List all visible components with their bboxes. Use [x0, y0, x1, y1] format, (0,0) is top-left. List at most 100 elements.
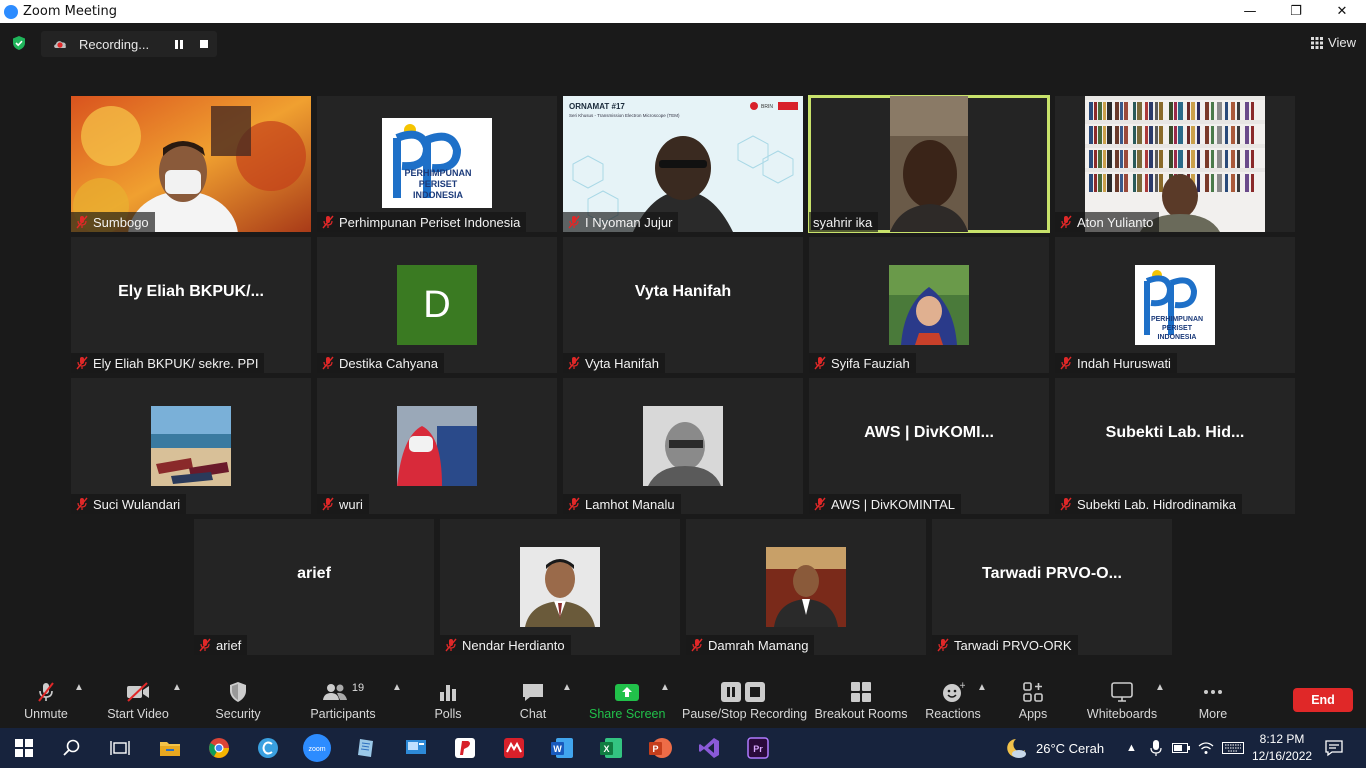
pause-stop-recording-button[interactable]: Pause/Stop Recording	[682, 680, 807, 726]
participant-tile[interactable]: AWS | DivKOMI... AWS | DivKOMINTAL	[809, 378, 1049, 514]
participants-options-chevron-icon[interactable]: ▲	[392, 682, 402, 693]
muted-mic-icon	[1060, 215, 1072, 229]
participant-tile[interactable]: Suci Wulandari	[71, 378, 311, 514]
file-explorer-taskbar-icon[interactable]	[158, 736, 182, 760]
premiere-taskbar-icon[interactable]: Pr	[746, 736, 770, 760]
apps-icon	[1023, 682, 1043, 702]
battery-tray-icon[interactable]	[1172, 728, 1190, 768]
search-button[interactable]	[60, 736, 84, 760]
security-button[interactable]: Security	[210, 680, 266, 726]
app-taskbar-icon[interactable]	[453, 736, 477, 760]
participant-display-name: Vyta Hanifah	[634, 283, 732, 300]
encryption-shield-icon[interactable]	[11, 35, 27, 51]
powerpoint-taskbar-icon[interactable]: P	[648, 736, 672, 760]
whiteboards-button[interactable]: Whiteboards	[1084, 680, 1160, 726]
participant-display-name: Ely Eliah BKPUK/...	[118, 283, 264, 300]
chat-button[interactable]: Chat	[510, 680, 556, 726]
cortana-taskbar-icon[interactable]	[256, 736, 280, 760]
stop-recording-icon[interactable]	[200, 40, 208, 48]
participant-tile[interactable]: Damrah Mamang	[686, 519, 926, 655]
participants-button[interactable]: 19 Participants	[308, 680, 378, 726]
participant-tile[interactable]: Subekti Lab. Hid... Subekti Lab. Hidrodi…	[1055, 378, 1295, 514]
svg-text:Seri Khusus - Transmission Ele: Seri Khusus - Transmission Electron Micr…	[569, 113, 680, 118]
start-video-button[interactable]: Start Video	[104, 680, 172, 726]
share-screen-button[interactable]: Share Screen	[589, 680, 665, 726]
participant-tile[interactable]: Tarwadi PRVO-O... Tarwadi PRVO-ORK	[932, 519, 1172, 655]
minimize-button[interactable]: —	[1227, 0, 1273, 23]
participant-tile[interactable]: arief arief	[194, 519, 434, 655]
notepad-taskbar-icon[interactable]	[354, 736, 378, 760]
recording-indicator: Recording...	[41, 31, 217, 57]
participant-name-label: Vyta Hanifah	[563, 353, 665, 373]
participant-tile[interactable]: Vyta Hanifah Vyta Hanifah	[563, 237, 803, 373]
windows-logo-icon	[15, 739, 33, 757]
participant-tile[interactable]: Syifa Fauziah	[809, 237, 1049, 373]
reactions-button[interactable]: + Reactions	[922, 680, 984, 726]
remote-desktop-taskbar-icon[interactable]	[404, 736, 428, 760]
participant-tile[interactable]: Lamhot Manalu	[563, 378, 803, 514]
chrome-taskbar-icon[interactable]	[207, 736, 231, 760]
more-button[interactable]: More	[1190, 680, 1236, 726]
polls-button[interactable]: Polls	[425, 680, 471, 726]
participant-tile[interactable]: wuri	[317, 378, 557, 514]
participant-name-label: Aton Yulianto	[1055, 212, 1160, 232]
wifi-tray-icon[interactable]	[1198, 728, 1214, 768]
participant-name-label: Suci Wulandari	[71, 494, 187, 514]
participant-tile[interactable]: Sumbogo	[71, 96, 311, 232]
share-options-chevron-icon[interactable]: ▲	[660, 682, 670, 693]
muted-mic-icon	[937, 638, 949, 652]
more-dots-icon	[1204, 690, 1222, 694]
mendeley-taskbar-icon[interactable]	[502, 736, 526, 760]
participant-tile[interactable]: Nendar Herdianto	[440, 519, 680, 655]
participant-tile[interactable]: D Destika Cahyana	[317, 237, 557, 373]
reactions-options-chevron-icon[interactable]: ▲	[977, 682, 987, 693]
participant-tile[interactable]: Ely Eliah BKPUK/... Ely Eliah BKPUK/ sek…	[71, 237, 311, 373]
word-taskbar-icon[interactable]: W	[550, 736, 574, 760]
notifications-button[interactable]	[1325, 728, 1343, 768]
profile-photo	[643, 406, 723, 486]
system-clock[interactable]: 8:12 PM 12/16/2022	[1252, 731, 1312, 765]
whiteboards-options-chevron-icon[interactable]: ▲	[1155, 682, 1165, 693]
start-button[interactable]	[12, 736, 36, 760]
share-screen-arrow-icon	[615, 684, 639, 701]
end-meeting-button[interactable]: End	[1293, 688, 1353, 712]
clock-time: 8:12 PM	[1259, 732, 1305, 746]
chat-options-chevron-icon[interactable]: ▲	[562, 682, 572, 693]
participant-display-name: Tarwadi PRVO-O...	[982, 565, 1122, 582]
zoom-taskbar-icon[interactable]: zoom	[300, 734, 334, 762]
pause-recording-icon[interactable]	[174, 40, 184, 49]
polls-bar-chart-icon	[440, 685, 456, 701]
excel-taskbar-icon[interactable]: X	[599, 736, 623, 760]
weather-text: 26°C Cerah	[1036, 740, 1105, 756]
meeting-controls-toolbar: Unmute ▲ Start Video ▲ Security 19 Parti…	[0, 668, 1366, 728]
participants-icon	[322, 684, 347, 700]
microphone-tray-icon[interactable]	[1150, 728, 1162, 768]
video-options-chevron-icon[interactable]: ▲	[172, 682, 182, 693]
muted-mic-icon	[691, 638, 703, 652]
participant-tile-active-speaker[interactable]: syahrir ika	[808, 95, 1050, 233]
show-hidden-icons-chevron-icon[interactable]: ▲	[1126, 728, 1137, 768]
unmute-button[interactable]: Unmute	[18, 680, 74, 726]
keyboard-tray-icon[interactable]	[1222, 728, 1244, 768]
audio-options-chevron-icon[interactable]: ▲	[74, 682, 84, 693]
participant-tile[interactable]: ORNAMAT #17 Seri Khusus - Transmission E…	[563, 96, 803, 232]
muted-mic-icon	[568, 215, 580, 229]
participant-tile[interactable]: PERHIMPUNAN PERISET INDONESIA Perhimpuna…	[317, 96, 557, 232]
view-button[interactable]: View	[1311, 35, 1356, 50]
breakout-rooms-button[interactable]: Breakout Rooms	[814, 680, 908, 726]
svg-text:W: W	[553, 744, 562, 754]
participant-name-label: Nendar Herdianto	[440, 635, 571, 655]
visual-studio-taskbar-icon[interactable]	[697, 736, 721, 760]
participant-name-label: Destika Cahyana	[317, 353, 444, 373]
participant-display-name: Subekti Lab. Hid...	[1105, 424, 1245, 441]
task-view-button[interactable]	[108, 736, 132, 760]
maximize-button[interactable]: ❐	[1273, 0, 1319, 23]
close-button[interactable]: ✕	[1319, 0, 1365, 23]
participant-tile[interactable]: PERHIMPUNAN PERISET INDONESIA Indah Huru…	[1055, 237, 1295, 373]
muted-mic-icon	[76, 356, 88, 370]
recording-cloud-icon	[54, 41, 66, 48]
svg-text:P: P	[652, 744, 658, 754]
participant-tile[interactable]: Aton Yulianto	[1055, 96, 1295, 232]
apps-button[interactable]: Apps	[1010, 680, 1056, 726]
weather-widget[interactable]: 26°C Cerah	[1004, 728, 1104, 768]
